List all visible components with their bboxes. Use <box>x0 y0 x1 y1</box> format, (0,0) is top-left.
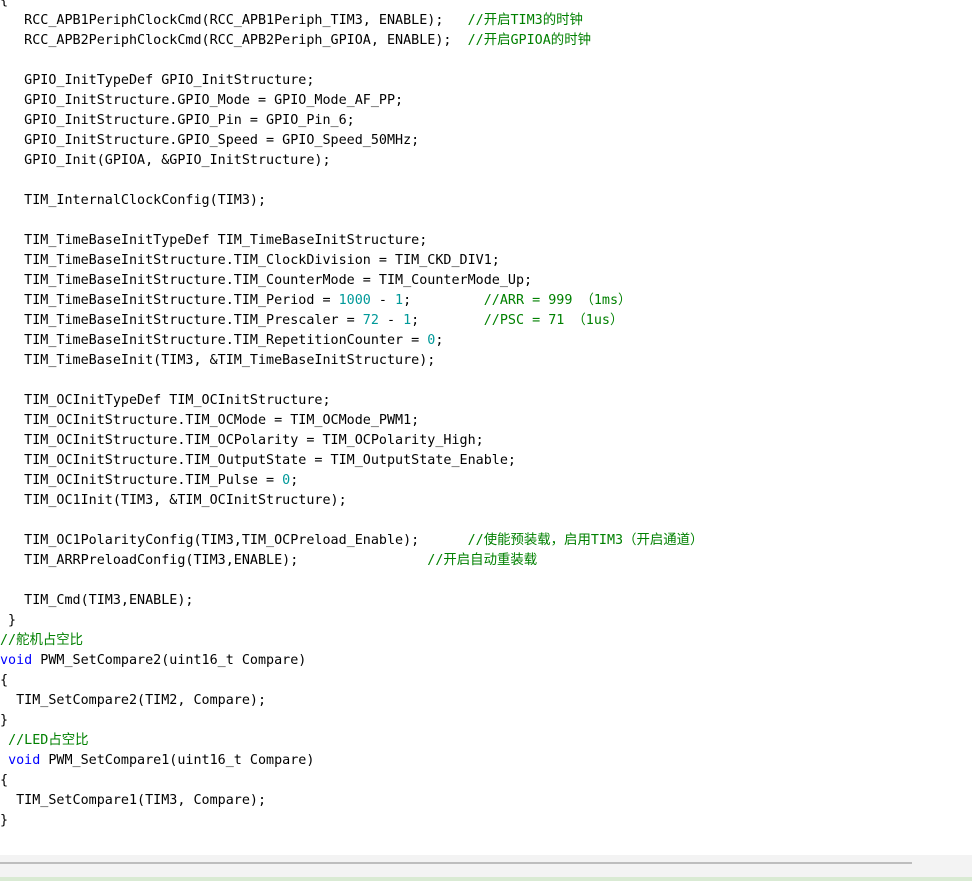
code-line[interactable]: TIM_TimeBaseInitStructure.TIM_Period = 1… <box>0 291 631 311</box>
code-comment: //开启TIM3的时钟 <box>467 13 583 28</box>
code-line[interactable]: TIM_TimeBaseInitStructure.TIM_CounterMod… <box>0 271 532 291</box>
code-keyword: void <box>8 753 41 768</box>
code-line[interactable]: GPIO_InitStructure.GPIO_Speed = GPIO_Spe… <box>0 131 419 151</box>
code-text: TIM_SetCompare1(TIM3, Compare); <box>0 793 267 808</box>
code-text: TIM_Cmd(TIM3,ENABLE); <box>0 593 194 608</box>
code-editor[interactable]: { RCC_APB1PeriphClockCmd(RCC_APB1Periph_… <box>0 0 972 851</box>
code-line[interactable]: void PWM_SetCompare2(uint16_t Compare) <box>0 651 306 671</box>
code-line[interactable]: void PWM_SetCompare1(uint16_t Compare) <box>0 751 314 771</box>
code-text: } <box>0 613 17 628</box>
code-comment: //ARR = 999 （1ms） <box>483 293 632 308</box>
code-line[interactable]: TIM_SetCompare2(TIM2, Compare); <box>0 691 266 711</box>
code-text: - <box>378 313 404 328</box>
code-text: { <box>0 773 9 788</box>
code-text: GPIO_Init(GPIOA, &GPIO_InitStructure); <box>0 153 331 168</box>
code-text: TIM_OC1PolarityConfig(TIM3,TIM_OCPreload… <box>0 533 468 548</box>
code-text: TIM_OCInitTypeDef TIM_OCInitStructure; <box>0 393 331 408</box>
code-text: GPIO_InitStructure.GPIO_Speed = GPIO_Spe… <box>0 133 420 148</box>
code-text: } <box>0 813 9 828</box>
code-line[interactable]: GPIO_InitStructure.GPIO_Mode = GPIO_Mode… <box>0 91 403 111</box>
code-line[interactable]: TIM_TimeBaseInitStructure.TIM_Prescaler … <box>0 311 623 331</box>
code-line[interactable]: RCC_APB2PeriphClockCmd(RCC_APB2Periph_GP… <box>0 31 591 51</box>
code-text: ; <box>411 313 484 328</box>
code-text: GPIO_InitTypeDef GPIO_InitStructure; <box>0 73 315 88</box>
code-comment: //LED占空比 <box>8 733 89 748</box>
code-line[interactable]: TIM_OC1PolarityConfig(TIM3,TIM_OCPreload… <box>0 531 703 551</box>
code-comment: //PSC = 71 （1us） <box>483 313 624 328</box>
status-strip <box>0 877 972 881</box>
code-comment: //开启自动重装载 <box>427 553 538 568</box>
code-text: TIM_ARRPreloadConfig(TIM3,ENABLE); <box>0 553 428 568</box>
code-line[interactable]: TIM_TimeBaseInitStructure.TIM_ClockDivis… <box>0 251 500 271</box>
code-line[interactable]: GPIO_InitStructure.GPIO_Pin = GPIO_Pin_6… <box>0 111 355 131</box>
code-line[interactable]: TIM_OCInitStructure.TIM_OCPolarity = TIM… <box>0 431 484 451</box>
code-text: { <box>0 673 9 688</box>
code-line[interactable]: TIM_OC1Init(TIM3, &TIM_OCInitStructure); <box>0 491 347 511</box>
code-line[interactable]: TIM_OCInitStructure.TIM_OCMode = TIM_OCM… <box>0 411 419 431</box>
code-text: GPIO_InitStructure.GPIO_Mode = GPIO_Mode… <box>0 93 404 108</box>
code-text: PWM_SetCompare2(uint16_t Compare) <box>32 653 307 668</box>
code-text: TIM_InternalClockConfig(TIM3); <box>0 193 267 208</box>
code-line[interactable]: } <box>0 811 8 831</box>
code-comment: //开启GPIOA的时钟 <box>467 33 591 48</box>
code-line[interactable]: TIM_TimeBaseInit(TIM3, &TIM_TimeBaseInit… <box>0 351 435 371</box>
code-text: - <box>370 293 396 308</box>
code-text: ; <box>435 333 444 348</box>
code-text: TIM_OCInitStructure.TIM_OutputState = TI… <box>0 453 516 468</box>
code-text: TIM_OC1Init(TIM3, &TIM_OCInitStructure); <box>0 493 347 508</box>
code-text: GPIO_InitStructure.GPIO_Pin = GPIO_Pin_6… <box>0 113 355 128</box>
code-line[interactable]: TIM_OCInitTypeDef TIM_OCInitStructure; <box>0 391 331 411</box>
code-line[interactable]: //LED占空比 <box>0 731 89 751</box>
code-line[interactable]: GPIO_InitTypeDef GPIO_InitStructure; <box>0 71 314 91</box>
code-text: ; <box>403 293 484 308</box>
code-text: TIM_TimeBaseInitStructure.TIM_CounterMod… <box>0 273 533 288</box>
code-line[interactable]: } <box>0 711 8 731</box>
code-text: RCC_APB2PeriphClockCmd(RCC_APB2Periph_GP… <box>0 33 468 48</box>
code-line[interactable]: //舵机占空比 <box>0 631 83 651</box>
code-text: TIM_OCInitStructure.TIM_OCPolarity = TIM… <box>0 433 484 448</box>
code-line[interactable]: TIM_InternalClockConfig(TIM3); <box>0 191 266 211</box>
code-line[interactable]: TIM_Cmd(TIM3,ENABLE); <box>0 591 193 611</box>
code-text: TIM_TimeBaseInitStructure.TIM_Repetition… <box>0 333 428 348</box>
code-comment: //舵机占空比 <box>0 633 84 648</box>
code-line[interactable]: TIM_TimeBaseInitStructure.TIM_Repetition… <box>0 331 443 351</box>
code-line[interactable]: GPIO_Init(GPIOA, &GPIO_InitStructure); <box>0 151 331 171</box>
code-text: PWM_SetCompare1(uint16_t Compare) <box>40 753 315 768</box>
code-number: 1 <box>395 293 404 308</box>
code-text: { <box>0 0 9 8</box>
code-comment: //使能预装载，启用TIM3（开启通道） <box>467 533 704 548</box>
code-line[interactable]: TIM_OCInitStructure.TIM_Pulse = 0; <box>0 471 298 491</box>
code-text: TIM_TimeBaseInitTypeDef TIM_TimeBaseInit… <box>0 233 428 248</box>
code-line[interactable]: TIM_SetCompare1(TIM3, Compare); <box>0 791 266 811</box>
code-line[interactable]: TIM_ARRPreloadConfig(TIM3,ENABLE); //开启自… <box>0 551 537 571</box>
code-line[interactable]: { <box>0 0 8 11</box>
code-text: ; <box>290 473 299 488</box>
code-text: } <box>0 713 9 728</box>
horizontal-scrollbar[interactable] <box>0 862 912 864</box>
code-line[interactable]: { <box>0 671 8 691</box>
code-line[interactable]: { <box>0 771 8 791</box>
code-text: TIM_TimeBaseInitStructure.TIM_Prescaler … <box>0 313 363 328</box>
code-line[interactable]: TIM_TimeBaseInitTypeDef TIM_TimeBaseInit… <box>0 231 427 251</box>
code-line[interactable]: } <box>0 611 16 631</box>
code-number: 72 <box>362 313 379 328</box>
code-text: TIM_SetCompare2(TIM2, Compare); <box>0 693 267 708</box>
code-line[interactable]: TIM_OCInitStructure.TIM_OutputState = TI… <box>0 451 516 471</box>
code-text: TIM_OCInitStructure.TIM_OCMode = TIM_OCM… <box>0 413 420 428</box>
code-text: RCC_APB1PeriphClockCmd(RCC_APB1Periph_TI… <box>0 13 468 28</box>
code-line[interactable]: RCC_APB1PeriphClockCmd(RCC_APB1Periph_TI… <box>0 11 583 31</box>
code-text: TIM_TimeBaseInit(TIM3, &TIM_TimeBaseInit… <box>0 353 436 368</box>
code-number: 1 <box>403 313 412 328</box>
code-keyword: void <box>0 653 33 668</box>
code-text: TIM_TimeBaseInitStructure.TIM_Period = <box>0 293 339 308</box>
code-text: TIM_TimeBaseInitStructure.TIM_ClockDivis… <box>0 253 500 268</box>
code-number: 1000 <box>338 293 371 308</box>
code-text: TIM_OCInitStructure.TIM_Pulse = <box>0 473 283 488</box>
